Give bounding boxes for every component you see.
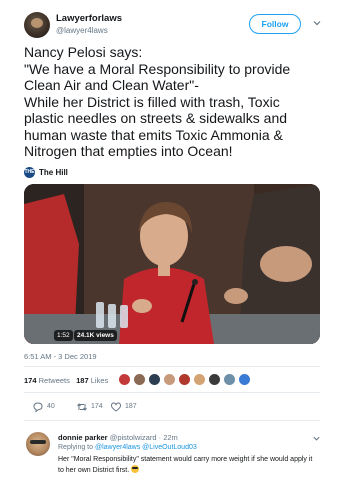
liker-avatar[interactable]	[238, 373, 251, 386]
reply-body: Her "Moral Responsibility" statement wou…	[58, 456, 313, 474]
video-views: 24.1K views	[74, 330, 117, 341]
reply-header[interactable]: donnie parker @pistolwizard · 22m	[58, 433, 178, 442]
tweet-text: Nancy Pelosi says: "We have a Moral Resp…	[24, 44, 334, 160]
engagement-stats[interactable]: 174 Retweets 187 Likes	[24, 376, 108, 385]
retweet-count: 174	[91, 403, 103, 410]
tweet-line: plastic needles on streets & sidewalks a…	[24, 110, 288, 126]
divider	[24, 392, 320, 393]
liker-avatar[interactable]	[208, 373, 221, 386]
tweet-line: Nitrogen that empties into Ocean!	[24, 143, 233, 159]
liker-avatar[interactable]	[118, 373, 131, 386]
divider	[24, 366, 320, 367]
author-avatar[interactable]	[24, 12, 50, 38]
follow-button[interactable]: Follow	[249, 14, 301, 34]
reply-icon	[33, 402, 43, 413]
video-frame	[24, 184, 320, 344]
liker-avatar[interactable]	[133, 373, 146, 386]
liker-avatar[interactable]	[223, 373, 236, 386]
tweet-card: Lawyerforlaws @lawyer4laws Follow Nancy …	[0, 0, 340, 481]
reply-time: 22m	[163, 433, 178, 442]
tweet-line: Clean Air and Clean Water"-	[24, 77, 199, 93]
replying-handles[interactable]: @lawyer4laws @LiveOutLoud03	[95, 444, 197, 451]
video-duration: 1:52	[54, 330, 73, 341]
liker-avatar[interactable]	[178, 373, 191, 386]
retweet-icon	[77, 403, 87, 411]
tweet-line: While her District is filled with trash,…	[24, 93, 280, 110]
reply-avatar[interactable]	[26, 432, 50, 456]
likes-label: Likes	[90, 376, 109, 385]
chevron-down-icon[interactable]	[312, 18, 322, 28]
source-label: The Hill	[39, 168, 68, 177]
hill-logo-icon: THE HILL	[24, 167, 36, 186]
author-name[interactable]: Lawyerforlaws	[56, 13, 122, 24]
liker-avatar[interactable]	[193, 373, 206, 386]
reply-text: Her "Moral Responsibility" statement wou…	[58, 455, 320, 475]
divider	[24, 420, 320, 421]
liker-avatar[interactable]	[163, 373, 176, 386]
tweet-line: Nancy Pelosi says:	[24, 44, 143, 60]
author-handle[interactable]: @lawyer4laws	[56, 26, 108, 35]
likes-count: 187	[76, 376, 89, 385]
liker-avatar[interactable]	[148, 373, 161, 386]
reply-count: 40	[47, 403, 55, 410]
tweet-line: "We have a Moral Responsibility to provi…	[24, 60, 291, 77]
replying-prefix: Replying to	[58, 444, 94, 451]
retweets-label: Retweets	[38, 376, 70, 385]
like-count: 187	[125, 403, 137, 410]
tweet-actions: 40 174 187	[24, 400, 320, 414]
heart-icon	[110, 402, 122, 412]
retweets-count: 174	[24, 376, 37, 385]
chevron-down-icon[interactable]	[312, 434, 321, 443]
reply-author-handle: @pistolwizard	[109, 433, 157, 442]
replying-to: Replying to @lawyer4laws @LiveOutLoud03	[58, 444, 197, 451]
tweet-line: human waste that emits Toxic Ammonia &	[24, 126, 283, 143]
reply-author-name: donnie parker	[58, 433, 108, 442]
tweet-timestamp[interactable]: 6:51 AM - 3 Dec 2019	[24, 352, 97, 361]
sunglasses-emoji-icon	[131, 464, 140, 473]
video-player[interactable]: 1:52 24.1K views	[24, 184, 320, 344]
